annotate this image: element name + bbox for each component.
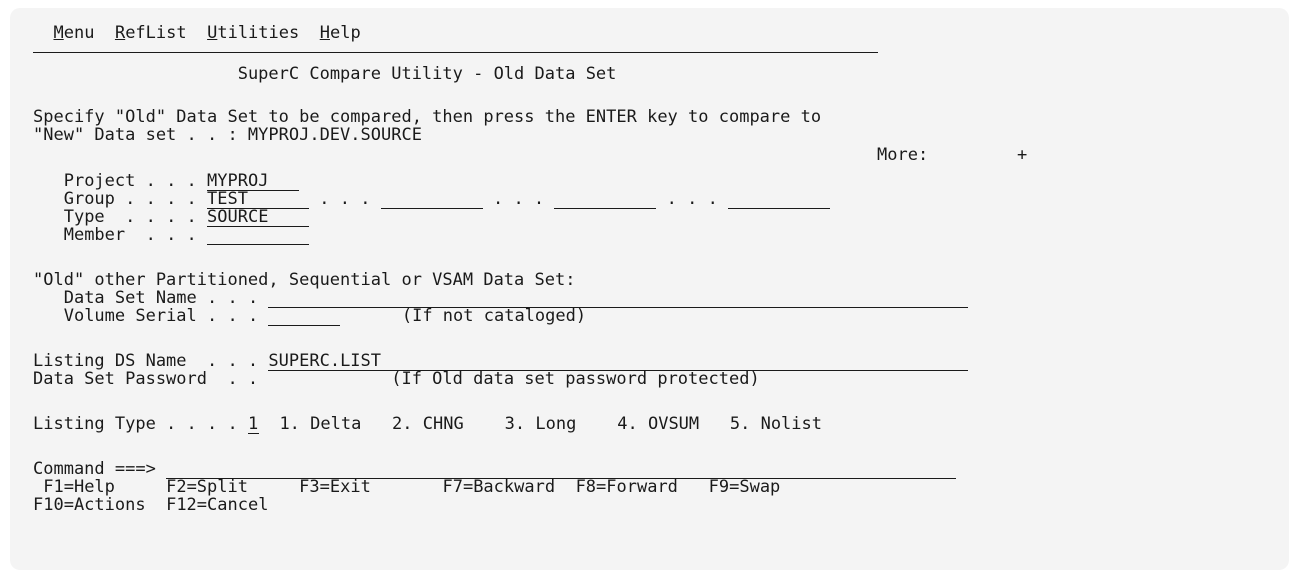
volser-row: Volume Serial . . . (If not cataloged) [33, 306, 587, 326]
listing-option-long: 3. Long [504, 414, 577, 434]
fkey-f8-forward[interactable]: F8=Forward [576, 477, 678, 497]
fkey-f3-exit[interactable]: F3=Exit [299, 477, 371, 497]
listing-option-ovsum: 4. OVSUM [617, 414, 700, 434]
group-field-3[interactable] [554, 190, 657, 209]
fkey-f7-backward[interactable]: F7=Backward [442, 477, 555, 497]
fkey-f1-help[interactable]: F1=Help [43, 477, 115, 497]
volser-hint: (If not cataloged) [401, 306, 587, 326]
fkey-f2-split[interactable]: F2=Split [166, 477, 248, 497]
command-row: Command ===> [33, 459, 957, 479]
group-field-4[interactable] [728, 190, 831, 209]
group-separator-1: . . . [319, 189, 371, 209]
command-label: Command ===> [33, 459, 156, 479]
other-dataset-heading: "Old" other Partitioned, Sequential or V… [33, 270, 576, 290]
listing-option-nolist: 5. Nolist [729, 414, 822, 434]
menu-item-help[interactable]: Help [320, 22, 361, 44]
type-field[interactable]: SOURCE [207, 208, 310, 227]
volser-field[interactable] [268, 307, 341, 326]
listing-type-field[interactable]: 1 [247, 415, 259, 434]
panel-title: SuperC Compare Utility - Old Data Set [237, 64, 617, 84]
password-label: Data Set Password . . [33, 369, 259, 389]
member-label: Member . . . [63, 225, 197, 245]
type-row: Type . . . . SOURCE [33, 207, 310, 227]
volser-label: Volume Serial . . . [63, 306, 259, 326]
more-label: More: [877, 145, 929, 165]
listing-type-row: Listing Type . . . . 1 1. Delta 2. CHNG … [33, 414, 822, 434]
group-field-2[interactable] [380, 190, 483, 209]
dsname-row: Data Set Name . . . [33, 288, 969, 308]
instruction-line-2: "New" Data set . . : MYPROJ.DEV.SOURCE [33, 125, 422, 145]
listing-option-chng: 2. CHNG [392, 414, 464, 434]
group-label: Group . . . . [63, 189, 197, 209]
instruction-line-1: Specify "Old" Data Set to be compared, t… [33, 107, 822, 127]
action-bar: Menu RefList Utilities Help [33, 22, 878, 53]
project-label: Project . . . [63, 171, 197, 191]
terminal-screen: Menu RefList Utilities Help SuperC Compa… [10, 8, 1289, 570]
type-label: Type . . . . [63, 207, 197, 227]
menu-item-reflist[interactable]: RefList [115, 22, 187, 44]
fkey-f12-cancel[interactable]: F12=Cancel [166, 495, 268, 515]
password-hint: (If Old data set password protected) [391, 369, 760, 389]
group-separator-2: . . . [492, 189, 545, 209]
group-separator-3: . . . [666, 189, 718, 209]
menu-item-menu[interactable]: Menu [53, 22, 94, 44]
group-row: Group . . . . TEST . . . . . . . . . [33, 189, 831, 209]
fkey-f9-swap[interactable]: F9=Swap [709, 477, 781, 497]
menu-item-utilities[interactable]: Utilities [207, 22, 299, 44]
listing-option-delta: 1. Delta [279, 414, 362, 434]
listing-type-label: Listing Type . . . . [33, 414, 238, 434]
panel-title-line: SuperC Compare Utility - Old Data Set [33, 63, 617, 85]
listing-dsname-row: Listing DS Name . . . SUPERC.LIST [33, 351, 969, 371]
member-field[interactable] [207, 226, 310, 245]
password-row: Data Set Password . . (If Old data set p… [33, 370, 760, 388]
project-row: Project . . . MYPROJ [33, 171, 300, 191]
dsname-label: Data Set Name . . . [63, 288, 259, 308]
function-keys-row-1: F1=Help F2=Split F3=Exit F7=Backward F8=… [33, 478, 780, 496]
listing-dsname-label: Listing DS Name . . . [33, 351, 259, 371]
fkey-f10-actions[interactable]: F10=Actions [33, 495, 146, 515]
more-indicator[interactable]: + [1017, 144, 1027, 166]
member-row: Member . . . [33, 225, 310, 245]
function-keys-row-2: F10=Actions F12=Cancel [33, 496, 268, 514]
